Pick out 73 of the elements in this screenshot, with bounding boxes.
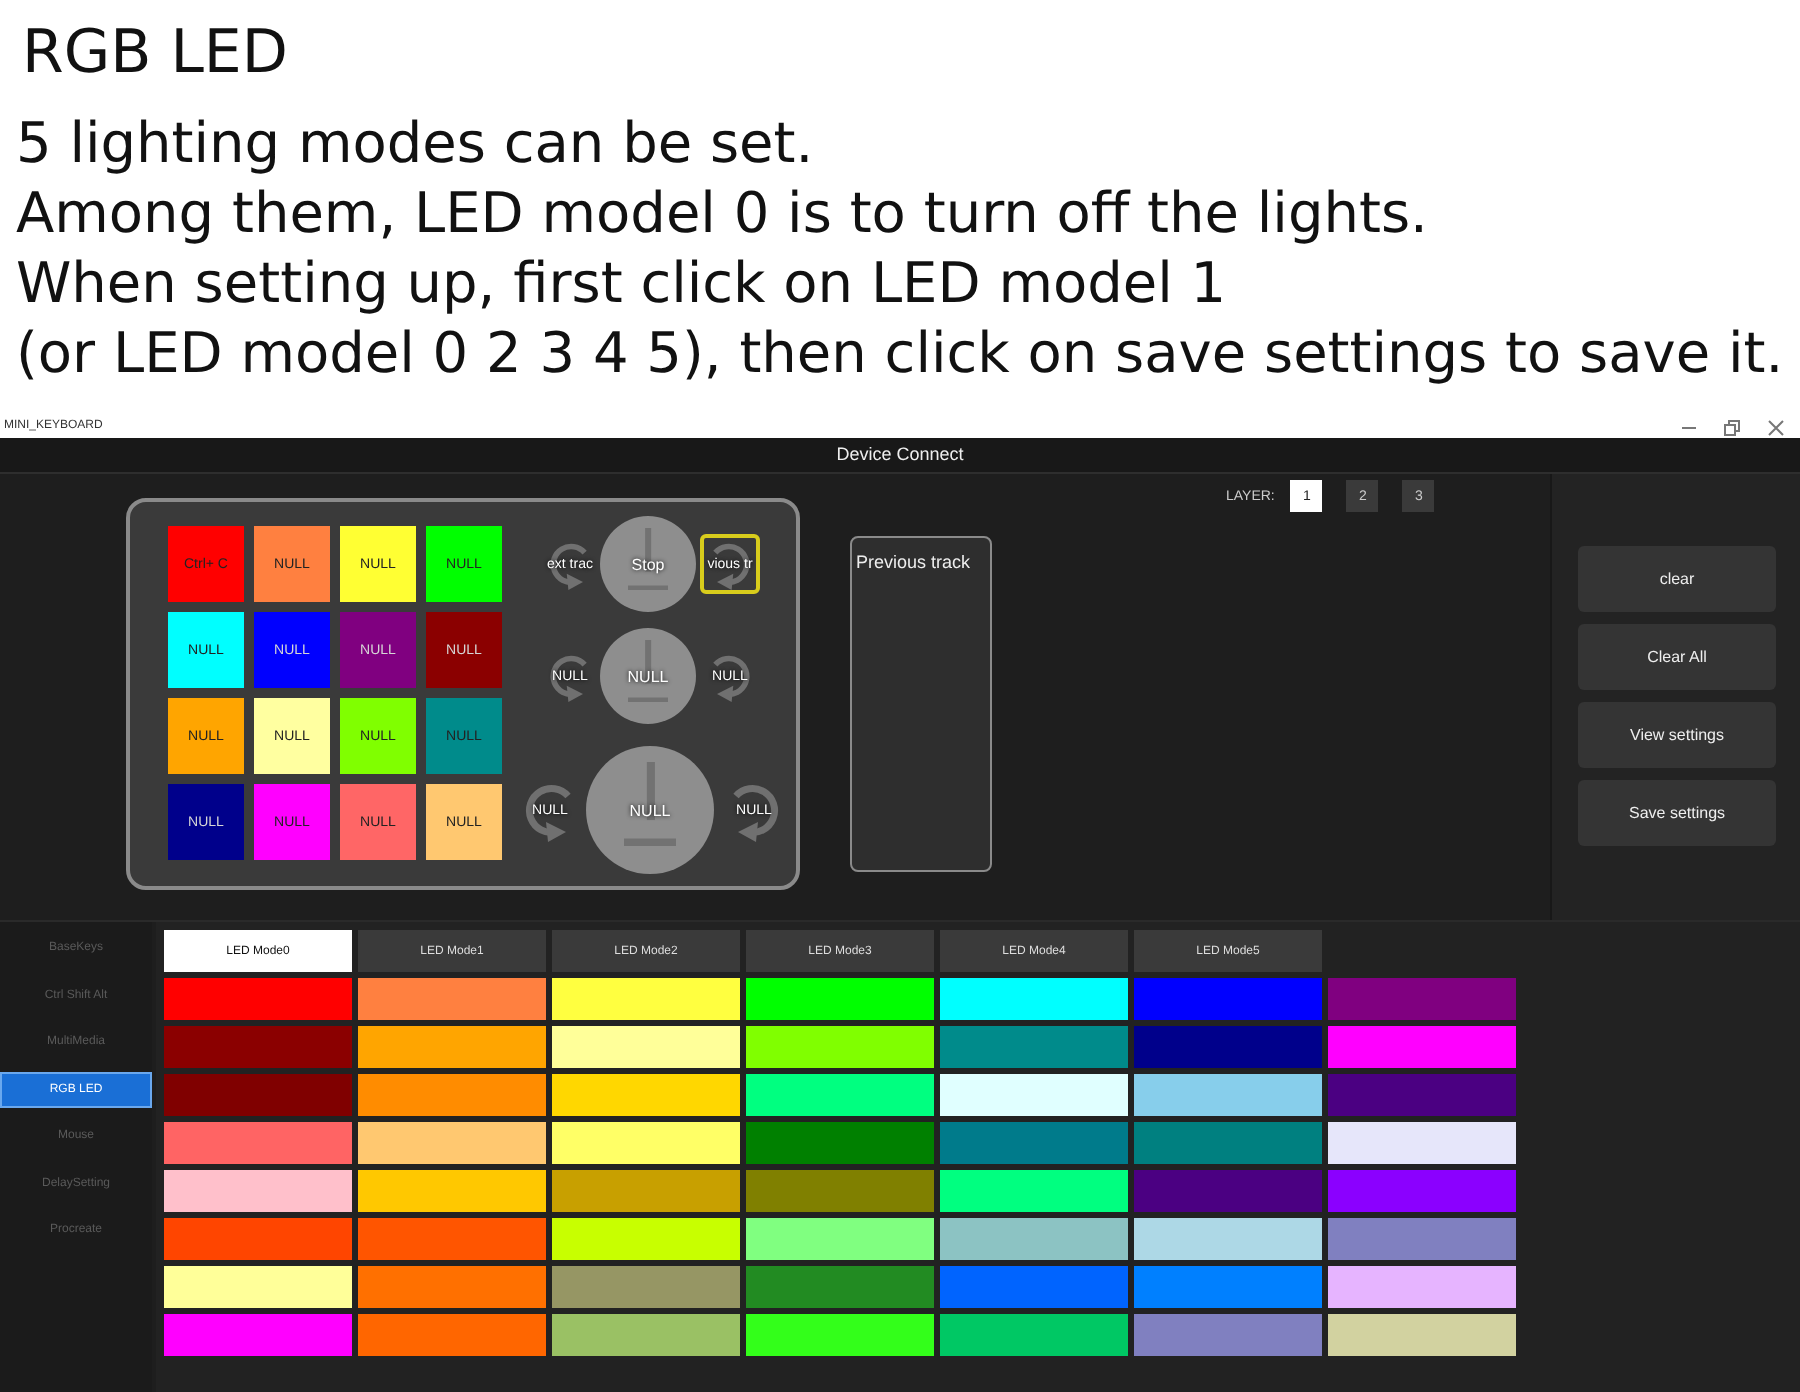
color-swatch[interactable] — [1134, 1026, 1322, 1068]
color-swatch[interactable] — [940, 1314, 1128, 1356]
color-swatch[interactable] — [358, 978, 546, 1020]
description-text: Among them, LED model 0 is to turn off the lights. — [16, 178, 1430, 248]
color-swatch[interactable] — [358, 1266, 546, 1308]
color-swatch[interactable] — [940, 1266, 1128, 1308]
color-swatch[interactable] — [940, 1026, 1128, 1068]
action-button[interactable]: Clear All — [1578, 624, 1776, 690]
color-swatch[interactable] — [1134, 1218, 1322, 1260]
color-swatch[interactable] — [1328, 1122, 1516, 1164]
color-swatch[interactable] — [1134, 978, 1322, 1020]
color-swatch[interactable] — [940, 1218, 1128, 1260]
color-swatch[interactable] — [1134, 1266, 1322, 1308]
color-swatch[interactable] — [358, 1074, 546, 1116]
color-swatch[interactable] — [1328, 1170, 1516, 1212]
color-swatch[interactable] — [164, 1266, 352, 1308]
color-swatch[interactable] — [940, 1170, 1128, 1212]
color-swatch[interactable] — [164, 1314, 352, 1356]
color-swatch[interactable] — [746, 1122, 934, 1164]
color-swatch[interactable] — [746, 1026, 934, 1068]
color-swatch[interactable] — [1328, 1026, 1516, 1068]
page-title: RGB LED — [22, 16, 290, 92]
description-text: When setting up, first click on LED model 1 — [16, 248, 1229, 318]
color-swatch[interactable] — [164, 1218, 352, 1260]
color-swatch[interactable] — [1328, 1218, 1516, 1260]
action-button[interactable]: Save settings — [1578, 780, 1776, 846]
color-swatch[interactable] — [940, 1074, 1128, 1116]
window-title: Device Connect — [836, 444, 964, 466]
color-swatch[interactable] — [358, 1026, 546, 1068]
action-button[interactable]: clear — [1578, 546, 1776, 612]
color-swatch[interactable] — [746, 978, 934, 1020]
action-button[interactable]: View settings — [1578, 702, 1776, 768]
color-swatch[interactable] — [164, 1122, 352, 1164]
color-swatch[interactable] — [358, 1218, 546, 1260]
knob-indicator-icon — [627, 639, 669, 703]
knob-indicator-icon — [627, 527, 669, 591]
color-swatch[interactable] — [1134, 1314, 1322, 1356]
color-swatch[interactable] — [746, 1074, 934, 1116]
color-swatch[interactable] — [552, 1266, 740, 1308]
color-swatch[interactable] — [1134, 1170, 1322, 1212]
color-swatch[interactable] — [1328, 1266, 1516, 1308]
color-swatch[interactable] — [552, 1218, 740, 1260]
close-icon[interactable] — [1768, 419, 1784, 435]
color-swatch[interactable] — [552, 1170, 740, 1212]
color-swatch[interactable] — [1328, 978, 1516, 1020]
description-text: 5 lighting modes can be set. — [16, 108, 816, 178]
color-swatch[interactable] — [1328, 1314, 1516, 1356]
knob-indicator-icon — [623, 761, 677, 846]
color-swatch[interactable] — [746, 1218, 934, 1260]
color-swatch[interactable] — [1134, 1074, 1322, 1116]
color-swatch[interactable] — [940, 1122, 1128, 1164]
color-swatch[interactable] — [552, 1314, 740, 1356]
color-swatch[interactable] — [552, 1026, 740, 1068]
color-swatch[interactable] — [746, 1314, 934, 1356]
color-swatch[interactable] — [358, 1122, 546, 1164]
color-swatch[interactable] — [358, 1314, 546, 1356]
color-swatch[interactable] — [1328, 1074, 1516, 1116]
restore-icon[interactable] — [1724, 419, 1740, 435]
color-swatch[interactable] — [1134, 1122, 1322, 1164]
color-swatch[interactable] — [940, 978, 1128, 1020]
color-swatch[interactable] — [164, 1074, 352, 1116]
preview-text: Previous track — [856, 552, 971, 574]
color-swatch[interactable] — [164, 1170, 352, 1212]
color-swatch[interactable] — [164, 1026, 352, 1068]
color-swatch[interactable] — [746, 1170, 934, 1212]
minimize-icon[interactable] — [1682, 425, 1696, 429]
color-swatch[interactable] — [164, 978, 352, 1020]
color-swatch[interactable] — [358, 1170, 546, 1212]
color-swatch[interactable] — [552, 978, 740, 1020]
description-text: (or LED model 0 2 3 4 5), then click on save settings to save it. — [16, 318, 1786, 388]
color-swatch[interactable] — [746, 1266, 934, 1308]
color-swatch[interactable] — [552, 1122, 740, 1164]
color-swatch[interactable] — [552, 1074, 740, 1116]
